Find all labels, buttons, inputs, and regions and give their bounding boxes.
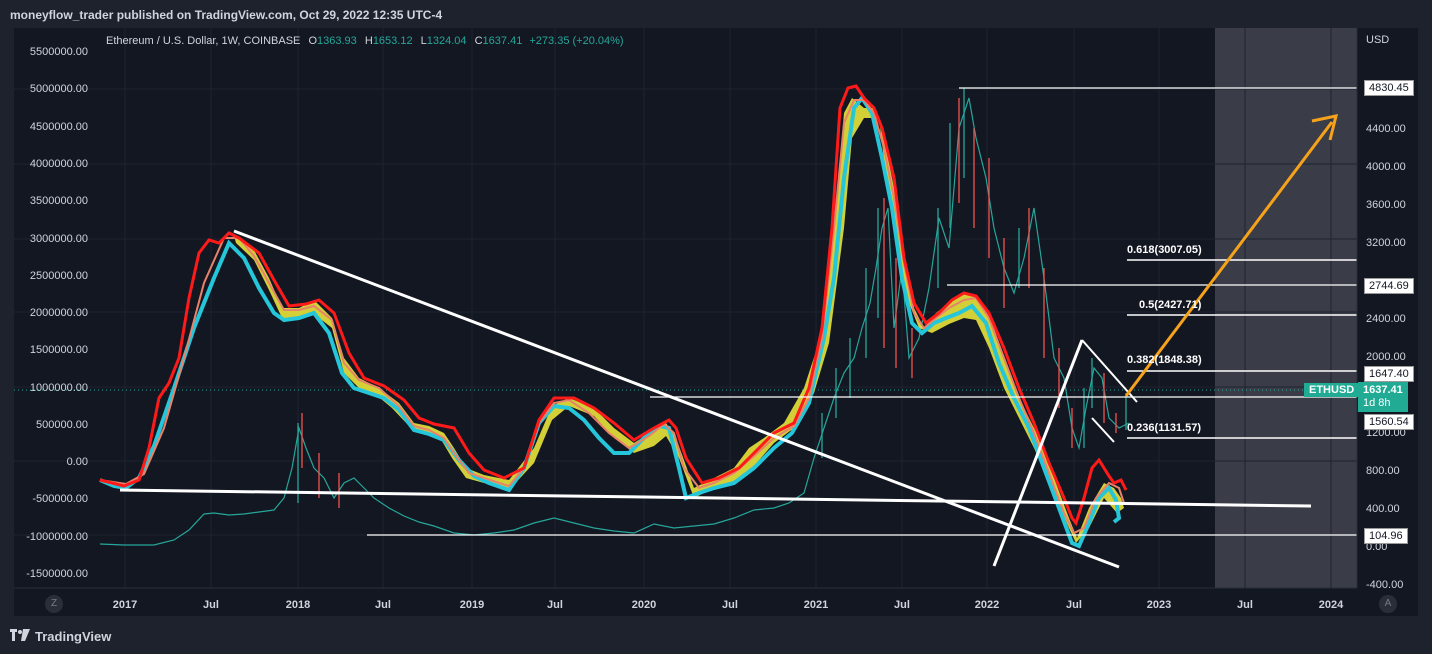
left-tick: 0.00 [67, 456, 88, 468]
left-axis: 5500000.00 5000000.00 4500000.00 4000000… [26, 46, 88, 580]
left-tick: 500000.00 [36, 419, 88, 431]
ribbon-cyan-line [99, 94, 1122, 549]
zoom-reset-button[interactable]: Z [45, 595, 63, 613]
high-label: H [364, 35, 373, 47]
bar-countdown: 1d 8h [1363, 397, 1391, 409]
left-tick: 4000000.00 [30, 158, 88, 170]
right-tick: 400.00 [1366, 503, 1400, 515]
ethusd-symbol-tag[interactable]: ETHUSD [1304, 383, 1360, 397]
left-tick: 5500000.00 [30, 46, 88, 58]
high-value: 1653.12 [372, 35, 413, 47]
trendlines [119, 87, 1357, 569]
x-tick: 2018 [286, 599, 310, 611]
x-tick: 2023 [1147, 599, 1171, 611]
close-label: C [474, 35, 483, 47]
left-tick: 2500000.00 [30, 270, 88, 282]
right-axis: USD 4400.00 4000.00 3600.00 3200.00 2400… [1366, 34, 1406, 591]
ethusd-price: 1637.41 [1363, 384, 1403, 396]
change-value: +273.35 (+20.04%) [529, 35, 624, 47]
fib-0236-label: 0.236(1131.57) [1127, 422, 1202, 434]
x-tick: 2022 [975, 599, 999, 611]
left-tick: 3000000.00 [30, 233, 88, 245]
right-tick: 4000.00 [1366, 161, 1406, 173]
left-tick: -1000000.00 [26, 531, 88, 543]
chart-canvas[interactable]: 5500000.00 5000000.00 4500000.00 4000000… [14, 28, 1418, 616]
left-tick: 2000000.00 [30, 307, 88, 319]
price-tag-1647[interactable]: 1647.40 [1364, 366, 1414, 382]
fib-0382-label: 0.382(1848.38) [1127, 354, 1202, 366]
price-tag-2744[interactable]: 2744.69 [1364, 278, 1414, 294]
left-tick: -1500000.00 [26, 568, 88, 580]
price-up-candles [297, 88, 1127, 503]
open-label: O [308, 35, 318, 47]
auto-scale-button[interactable]: A [1379, 595, 1397, 613]
close-value: 1637.41 [482, 35, 523, 47]
symbol-name: Ethereum / U.S. Dollar, 1W, COINBASE [106, 35, 301, 47]
low-value: 1324.04 [426, 35, 467, 47]
top-bar: moneyflow_trader published on TradingVie… [0, 0, 1432, 28]
right-tick: 4400.00 [1366, 123, 1406, 135]
left-tick: 1000000.00 [30, 382, 88, 394]
x-tick: Jul [203, 599, 219, 611]
x-tick: 2019 [460, 599, 484, 611]
x-tick: 2017 [113, 599, 137, 611]
right-tick: 2000.00 [1366, 351, 1406, 363]
right-tick: 3200.00 [1366, 237, 1406, 249]
symbol-legend[interactable]: Ethereum / U.S. Dollar, 1W, COINBASE O13… [106, 35, 624, 47]
x-tick: Jul [375, 599, 391, 611]
left-tick: 1500000.00 [30, 344, 88, 356]
left-tick: -500000.00 [32, 493, 88, 505]
x-tick: Jul [1066, 599, 1082, 611]
price-tag-104[interactable]: 104.96 [1364, 528, 1408, 544]
currency-label: USD [1366, 34, 1389, 46]
x-tick: Jul [894, 599, 910, 611]
right-tick: -400.00 [1366, 579, 1403, 591]
chart-area[interactable]: 5500000.00 5000000.00 4500000.00 4000000… [14, 28, 1418, 616]
price-tag-1560[interactable]: 1560.54 [1364, 414, 1414, 430]
left-tick: 3500000.00 [30, 195, 88, 207]
x-tick: 2024 [1319, 599, 1344, 611]
price-series [99, 97, 1130, 546]
ethusd-price-box[interactable]: 1637.41 1d 8h [1358, 382, 1408, 412]
x-tick: 2021 [804, 599, 828, 611]
tradingview-logo-icon [10, 629, 30, 644]
x-tick: Jul [722, 599, 738, 611]
right-tick: 2400.00 [1366, 313, 1406, 325]
fib-0618-label: 0.618(3007.05) [1127, 244, 1202, 256]
x-axis: 2017 Jul 2018 Jul 2019 Jul 2020 Jul 2021… [113, 599, 1344, 611]
open-value: 1363.93 [317, 35, 357, 47]
tradingview-logo[interactable]: TradingView [10, 629, 111, 644]
publish-info: moneyflow_trader published on TradingVie… [10, 8, 443, 22]
right-tick: 800.00 [1366, 465, 1400, 477]
price-tag-4830[interactable]: 4830.45 [1364, 80, 1414, 96]
left-tick: 4500000.00 [30, 121, 88, 133]
x-tick: 2020 [632, 599, 656, 611]
left-tick: 5000000.00 [30, 83, 88, 95]
x-tick: Jul [547, 599, 563, 611]
bottom-bar: TradingView [0, 620, 1432, 654]
brand-name: TradingView [35, 629, 112, 644]
right-tick: 3600.00 [1366, 199, 1406, 211]
x-tick: Jul [1237, 599, 1253, 611]
fib-05-label: 0.5(2427.71) [1139, 299, 1202, 311]
